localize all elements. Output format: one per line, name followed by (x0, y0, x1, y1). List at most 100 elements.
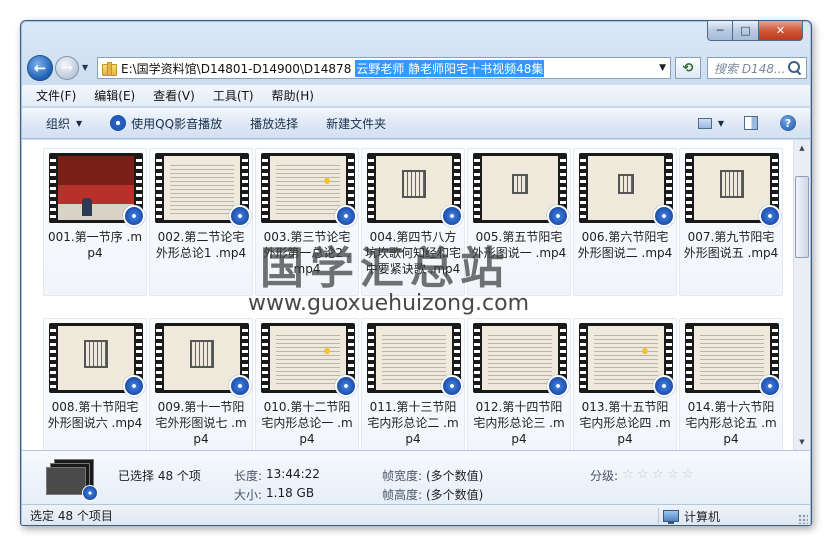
file-tile[interactable]: 013.第十五节阳宅内形总论四 .mp4 (573, 318, 677, 450)
play-with-qq-label: 使用QQ影音播放 (131, 116, 223, 131)
file-tile[interactable]: 011.第十三节阳宅内形总论二 .mp4 (361, 318, 465, 450)
qq-video-badge-icon (335, 375, 357, 397)
address-row: ← → ▼ E:\国学资料馆\D14801-D14900\D14878 云野老师… (27, 54, 807, 82)
refresh-button[interactable]: ⟲ (675, 57, 701, 79)
qq-video-badge-icon (653, 375, 675, 397)
qq-video-badge-icon (123, 375, 145, 397)
file-tile[interactable]: 006.第六节阳宅外形图说二 .mp4 (573, 148, 677, 296)
frame-width-label: 帧宽度: (381, 469, 422, 483)
qq-video-badge-icon (229, 375, 251, 397)
qq-video-badge-icon (229, 205, 251, 227)
size-label: 大小: (233, 488, 262, 502)
file-name: 009.第十一节阳宅外形图说七 .mp4 (155, 400, 247, 446)
details-pane: 已选择 48 个项 长度: 13:44:22 大小: 1.18 GB 帧宽度: … (22, 450, 810, 504)
menu-edit[interactable]: 编辑(E) (94, 87, 135, 104)
caption-buttons: ─ □ ✕ (707, 21, 803, 41)
new-folder-button[interactable]: 新建文件夹 (326, 115, 386, 132)
file-name: 002.第二节论宅外形总论1 .mp4 (155, 230, 247, 260)
file-name: 008.第十节阳宅外形图说六 .mp4 (47, 400, 143, 430)
menu-file[interactable]: 文件(F) (36, 87, 76, 104)
back-arrow-icon: ← (33, 59, 47, 77)
close-button[interactable]: ✕ (759, 21, 803, 41)
back-button[interactable]: ← (27, 55, 53, 81)
toolbar-right: ▼ ? (697, 115, 796, 131)
qq-video-badge-icon (82, 485, 98, 501)
menu-bar: 文件(F) 编辑(E) 查看(V) 工具(T) 帮助(H) (22, 85, 810, 107)
computer-icon (663, 510, 679, 524)
scroll-down-icon[interactable]: ▼ (794, 434, 810, 450)
rating-stars[interactable]: ☆ ☆ ☆ ☆ ☆ (622, 468, 697, 482)
play-selection-button[interactable]: 播放选择 (250, 115, 298, 132)
scrollbar-thumb[interactable] (795, 176, 809, 258)
address-path: E:\国学资料馆\D14801-D14900\D14878 (121, 61, 352, 76)
file-tile[interactable]: 008.第十节阳宅外形图说六 .mp4 (43, 318, 147, 450)
qq-video-badge-icon (123, 205, 145, 227)
frame-height-label: 帧高度: (381, 488, 422, 502)
menu-help[interactable]: 帮助(H) (272, 87, 314, 104)
qq-video-badge-icon (653, 205, 675, 227)
play-with-qq-button[interactable]: 使用QQ影音播放 (110, 115, 222, 132)
help-icon[interactable]: ? (780, 115, 796, 131)
scroll-up-icon[interactable]: ▲ (794, 140, 810, 156)
refresh-icon: ⟲ (682, 60, 694, 76)
address-bar[interactable]: E:\国学资料馆\D14801-D14900\D14878 云野老师 静老师阳宅… (97, 57, 671, 79)
forward-button[interactable]: → (55, 56, 79, 80)
watermark-url: www.guoxuehuizong.com (248, 291, 530, 316)
status-bar: 选定 48 个项目 计算机 (22, 504, 810, 525)
selection-thumbnail (46, 459, 98, 501)
qq-player-icon (110, 115, 127, 131)
file-name: 013.第十五节阳宅内形总论四 .mp4 (579, 400, 671, 446)
file-tile[interactable]: 012.第十四节阳宅内形总论三 .mp4 (467, 318, 571, 450)
length-label: 长度: (233, 469, 262, 483)
qq-video-badge-icon (441, 375, 463, 397)
star-icon[interactable]: ☆ (682, 468, 695, 482)
file-name: 001.第一节序 .mp4 (47, 230, 143, 260)
change-view-icon[interactable] (697, 117, 712, 129)
file-tile[interactable]: 001.第一节序 .mp4 (43, 148, 147, 296)
search-placeholder: 搜索 D148... (714, 61, 786, 76)
frame-width-value: (多个数值) (426, 469, 484, 483)
length-value: 13:44:22 (266, 467, 320, 481)
star-icon[interactable]: ☆ (637, 468, 650, 482)
minimize-button[interactable]: ─ (707, 21, 733, 41)
forward-arrow-icon: → (61, 60, 73, 76)
qq-video-badge-icon (547, 375, 569, 397)
folder-icon (102, 62, 117, 76)
file-tile[interactable]: 014.第十六节阳宅内形总论五 .mp4 (679, 318, 783, 450)
maximize-button[interactable]: □ (733, 21, 759, 41)
qq-video-badge-icon (759, 375, 781, 397)
frame-height-value: (多个数值) (426, 488, 484, 502)
resize-grip[interactable] (798, 514, 808, 524)
file-tile[interactable]: 009.第十一节阳宅外形图说七 .mp4 (149, 318, 253, 450)
recent-pages-dropdown[interactable]: ▼ (82, 63, 88, 72)
address-dropdown-icon[interactable]: ▼ (659, 63, 666, 73)
qq-video-badge-icon (759, 205, 781, 227)
file-name: 014.第十六节阳宅内形总论五 .mp4 (685, 400, 777, 446)
file-name: 007.第九节阳宅外形图说五 .mp4 (683, 230, 779, 260)
vertical-scrollbar[interactable]: ▲ ▼ (793, 140, 810, 450)
file-tile[interactable]: 010.第十二节阳宅内形总论一 .mp4 (255, 318, 359, 450)
view-options-dropdown[interactable]: ▼ (718, 119, 724, 128)
status-selected-text: 选定 48 个项目 (30, 509, 113, 523)
star-icon[interactable]: ☆ (667, 468, 680, 482)
file-name: 011.第十三节阳宅内形总论二 .mp4 (367, 400, 459, 446)
file-name: 012.第十四节阳宅内形总论三 .mp4 (473, 400, 565, 446)
menu-view[interactable]: 查看(V) (153, 87, 195, 104)
file-tile[interactable]: 007.第九节阳宅外形图说五 .mp4 (679, 148, 783, 296)
status-location: 计算机 (658, 508, 720, 524)
address-path-selected: 云野老师 静老师阳宅十书视频48集 (355, 59, 545, 77)
selection-count: 已选择 48 个项 (118, 469, 201, 483)
qq-video-badge-icon (547, 205, 569, 227)
star-icon[interactable]: ☆ (652, 468, 665, 482)
file-tile[interactable]: 002.第二节论宅外形总论1 .mp4 (149, 148, 253, 296)
watermark-text: 国学汇总站 (260, 243, 510, 294)
star-icon[interactable]: ☆ (622, 468, 635, 482)
search-icon[interactable] (787, 60, 803, 76)
search-input[interactable]: 搜索 D148... (707, 57, 807, 79)
preview-pane-icon[interactable] (744, 116, 758, 130)
file-name: 010.第十二节阳宅内形总论一 .mp4 (261, 400, 353, 446)
qq-video-badge-icon (441, 205, 463, 227)
menu-tools[interactable]: 工具(T) (213, 87, 254, 104)
organize-button[interactable]: 组织 ▼ (46, 115, 82, 132)
size-value: 1.18 GB (266, 486, 315, 500)
